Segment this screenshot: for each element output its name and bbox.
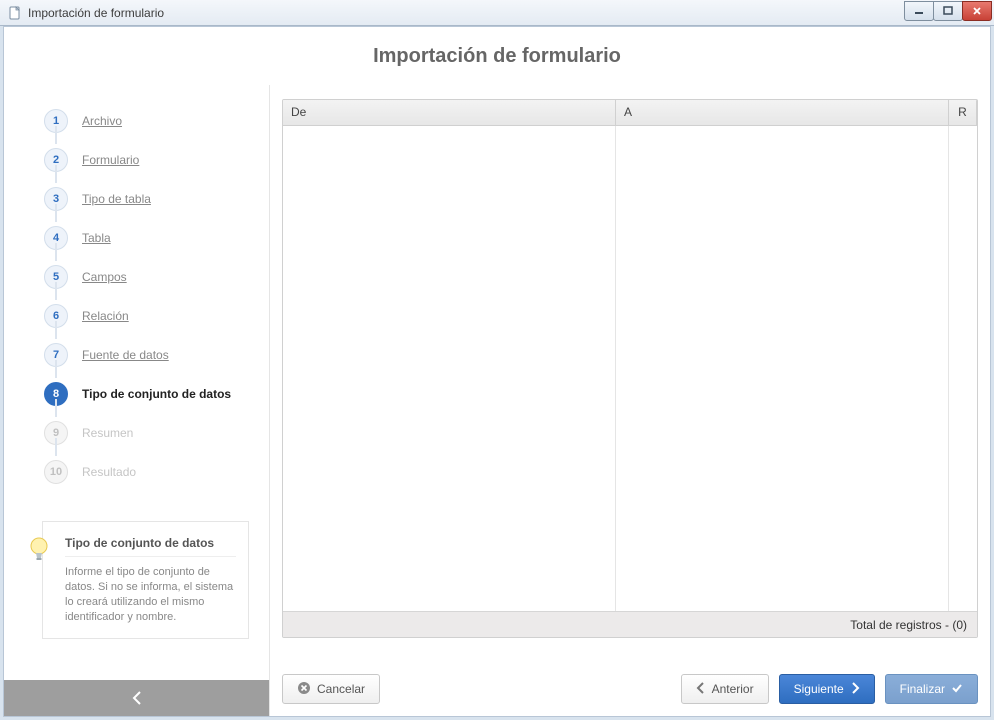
check-icon <box>951 682 963 697</box>
dialog-header: Importación de formulario <box>4 27 990 85</box>
minimize-button[interactable] <box>904 1 934 21</box>
bulb-icon <box>28 536 50 569</box>
cancel-icon <box>297 681 311 698</box>
step-label: Tipo de conjunto de datos <box>82 387 231 401</box>
mapping-table: De A R Total de registros - (0) <box>282 99 978 638</box>
previous-label: Anterior <box>712 682 754 696</box>
wizard-step-9: 9Resumen <box>44 413 269 452</box>
wizard-step-8[interactable]: 8Tipo de conjunto de datos <box>44 374 269 413</box>
next-button[interactable]: Siguiente <box>779 674 875 704</box>
collapse-sidebar-button[interactable] <box>4 680 269 716</box>
step-label: Relación <box>82 309 129 323</box>
wizard-step-1[interactable]: 1Archivo <box>44 101 269 140</box>
cancel-label: Cancelar <box>317 682 365 696</box>
wizard-buttons: Cancelar Anterior Siguiente Finalizar <box>282 674 978 704</box>
wizard-step-2[interactable]: 2Formulario <box>44 140 269 179</box>
table-header: De A R <box>283 100 977 126</box>
wizard-step-10: 10 Resultado <box>44 452 269 491</box>
step-label: Campos <box>82 270 127 284</box>
wizard-step-3[interactable]: 3Tipo de tabla <box>44 179 269 218</box>
table-footer: Total de registros - (0) <box>283 611 977 637</box>
step-label: Resumen <box>82 426 133 440</box>
table-body <box>283 126 977 611</box>
hint-body: Informe el tipo de conjunto de datos. Si… <box>65 565 236 624</box>
document-icon <box>8 6 22 20</box>
wizard-step-4[interactable]: 4Tabla <box>44 218 269 257</box>
finish-button[interactable]: Finalizar <box>885 674 978 704</box>
page-title: Importación de formulario <box>373 45 621 68</box>
column-header-de[interactable]: De <box>283 100 616 125</box>
maximize-button[interactable] <box>933 1 963 21</box>
wizard-step-6[interactable]: 6Relación <box>44 296 269 335</box>
finish-label: Finalizar <box>900 682 945 696</box>
dialog-body: Importación de formulario 1Archivo2Formu… <box>3 26 991 717</box>
close-button[interactable] <box>962 1 992 21</box>
record-count: Total de registros - (0) <box>850 618 967 632</box>
chevron-left-icon <box>696 682 706 697</box>
column-header-a[interactable]: A <box>616 100 949 125</box>
cancel-button[interactable]: Cancelar <box>282 674 380 704</box>
previous-button[interactable]: Anterior <box>681 674 769 704</box>
wizard-step-5[interactable]: 5Campos <box>44 257 269 296</box>
step-label: Fuente de datos <box>82 348 169 362</box>
hint-box: Tipo de conjunto de datos Informe el tip… <box>42 521 249 639</box>
hint-title: Tipo de conjunto de datos <box>65 536 236 557</box>
main-panel: De A R Total de registros - (0) <box>270 85 990 716</box>
step-label: Archivo <box>82 114 122 128</box>
column-header-r[interactable]: R <box>949 100 977 125</box>
wizard-step-7[interactable]: 7Fuente de datos <box>44 335 269 374</box>
chevron-right-icon <box>850 682 860 697</box>
next-label: Siguiente <box>794 682 844 696</box>
window-controls <box>905 1 992 21</box>
window-title: Importación de formulario <box>28 6 164 20</box>
step-label: Resultado <box>82 465 136 479</box>
step-label: Tipo de tabla <box>82 192 151 206</box>
window-titlebar: Importación de formulario <box>0 0 994 26</box>
step-number: 10 <box>44 460 68 484</box>
step-label: Tabla <box>82 231 111 245</box>
step-label: Formulario <box>82 153 139 167</box>
wizard-sidebar: 1Archivo2Formulario3Tipo de tabla4Tabla5… <box>4 85 270 716</box>
